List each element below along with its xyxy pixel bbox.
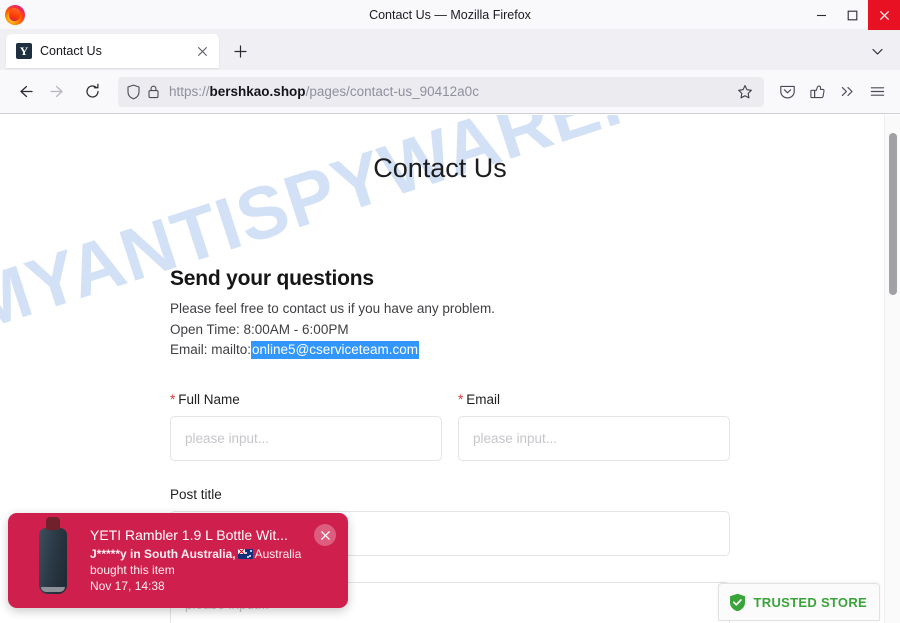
- scrollbar-thumb[interactable]: [889, 133, 897, 295]
- purchase-notification-toast[interactable]: YETI Rambler 1.9 L Bottle Wit... J*****y…: [8, 513, 348, 608]
- full-name-label: * Full Name: [170, 391, 240, 407]
- pocket-icon[interactable]: [772, 77, 802, 107]
- post-title-label: Post title: [170, 486, 222, 502]
- trusted-store-label: TRUSTED STORE: [753, 594, 867, 610]
- toast-timestamp: Nov 17, 14:38: [90, 579, 165, 593]
- trusted-store-badge[interactable]: TRUSTED STORE: [717, 583, 880, 621]
- back-button[interactable]: [8, 76, 40, 108]
- required-asterisk: *: [458, 391, 464, 407]
- minimize-button[interactable]: [806, 0, 837, 30]
- new-tab-button[interactable]: [225, 36, 255, 66]
- window-title: Contact Us — Mozilla Firefox: [369, 7, 531, 22]
- title-bar: Contact Us — Mozilla Firefox: [0, 0, 900, 30]
- close-tab-icon[interactable]: [193, 42, 211, 60]
- forward-button[interactable]: [42, 76, 74, 108]
- email-prefix: Email: mailto:: [170, 342, 252, 357]
- tab-contact-us[interactable]: Y Contact Us: [6, 34, 219, 68]
- email-address-selected[interactable]: online5@cserviceteam.com: [251, 341, 420, 359]
- vertical-scrollbar[interactable]: [884, 115, 900, 623]
- close-window-button[interactable]: [868, 0, 900, 30]
- full-name-field-group: * Full Name: [170, 392, 442, 461]
- bookmark-star-icon[interactable]: [732, 79, 758, 105]
- window-controls: [806, 0, 900, 30]
- firefox-logo-icon: [5, 4, 25, 25]
- shield-check-icon: [729, 593, 745, 611]
- tab-strip: Y Contact Us: [0, 30, 900, 70]
- overflow-chevrons-icon[interactable]: [832, 77, 862, 107]
- required-asterisk: *: [170, 391, 176, 407]
- page-title: Contact Us: [373, 153, 507, 183]
- tab-title: Contact Us: [40, 44, 102, 58]
- email-label: * Email: [458, 391, 501, 407]
- close-icon[interactable]: [314, 524, 336, 546]
- url-text[interactable]: https://bershkao.shop/pages/contact-us_9…: [169, 84, 732, 99]
- account-icon[interactable]: [802, 77, 832, 107]
- reload-button[interactable]: [76, 76, 108, 108]
- australia-flag-icon: [237, 549, 253, 559]
- toast-body: YETI Rambler 1.9 L Bottle Wit... J*****y…: [86, 527, 338, 594]
- tab-favicon-icon: Y: [16, 43, 32, 59]
- browser-window: Contact Us — Mozilla Firefox Y Contact U…: [0, 0, 900, 623]
- email-input[interactable]: [458, 415, 730, 461]
- open-time-text: Open Time: 8:00AM - 6:00PM: [170, 321, 349, 337]
- full-name-input[interactable]: [170, 415, 442, 461]
- product-thumbnail: [20, 516, 86, 600]
- list-all-tabs-button[interactable]: [862, 36, 892, 66]
- toast-buyer-line: J*****y in South Australia, Australia: [90, 547, 302, 561]
- email-line: Email: mailto:online5@cserviceteam.com: [170, 340, 730, 361]
- maximize-button[interactable]: [837, 0, 868, 30]
- lock-icon[interactable]: [147, 84, 160, 100]
- navigation-toolbar: https://bershkao.shop/pages/contact-us_9…: [0, 70, 900, 114]
- hamburger-menu-icon[interactable]: [862, 77, 892, 107]
- toast-action-line: bought this item: [90, 563, 175, 577]
- email-field-group: * Email: [458, 392, 730, 461]
- section-heading: Send your questions: [170, 267, 374, 290]
- url-bar[interactable]: https://bershkao.shop/pages/contact-us_9…: [118, 76, 764, 107]
- intro-text: Please feel free to contact us if you ha…: [170, 301, 495, 316]
- name-email-row: *Full Name *Email: [170, 392, 730, 461]
- shield-icon[interactable]: [126, 84, 141, 100]
- toast-product-title: YETI Rambler 1.9 L Bottle Wit...: [90, 527, 288, 543]
- bottle-image-icon: [39, 516, 67, 594]
